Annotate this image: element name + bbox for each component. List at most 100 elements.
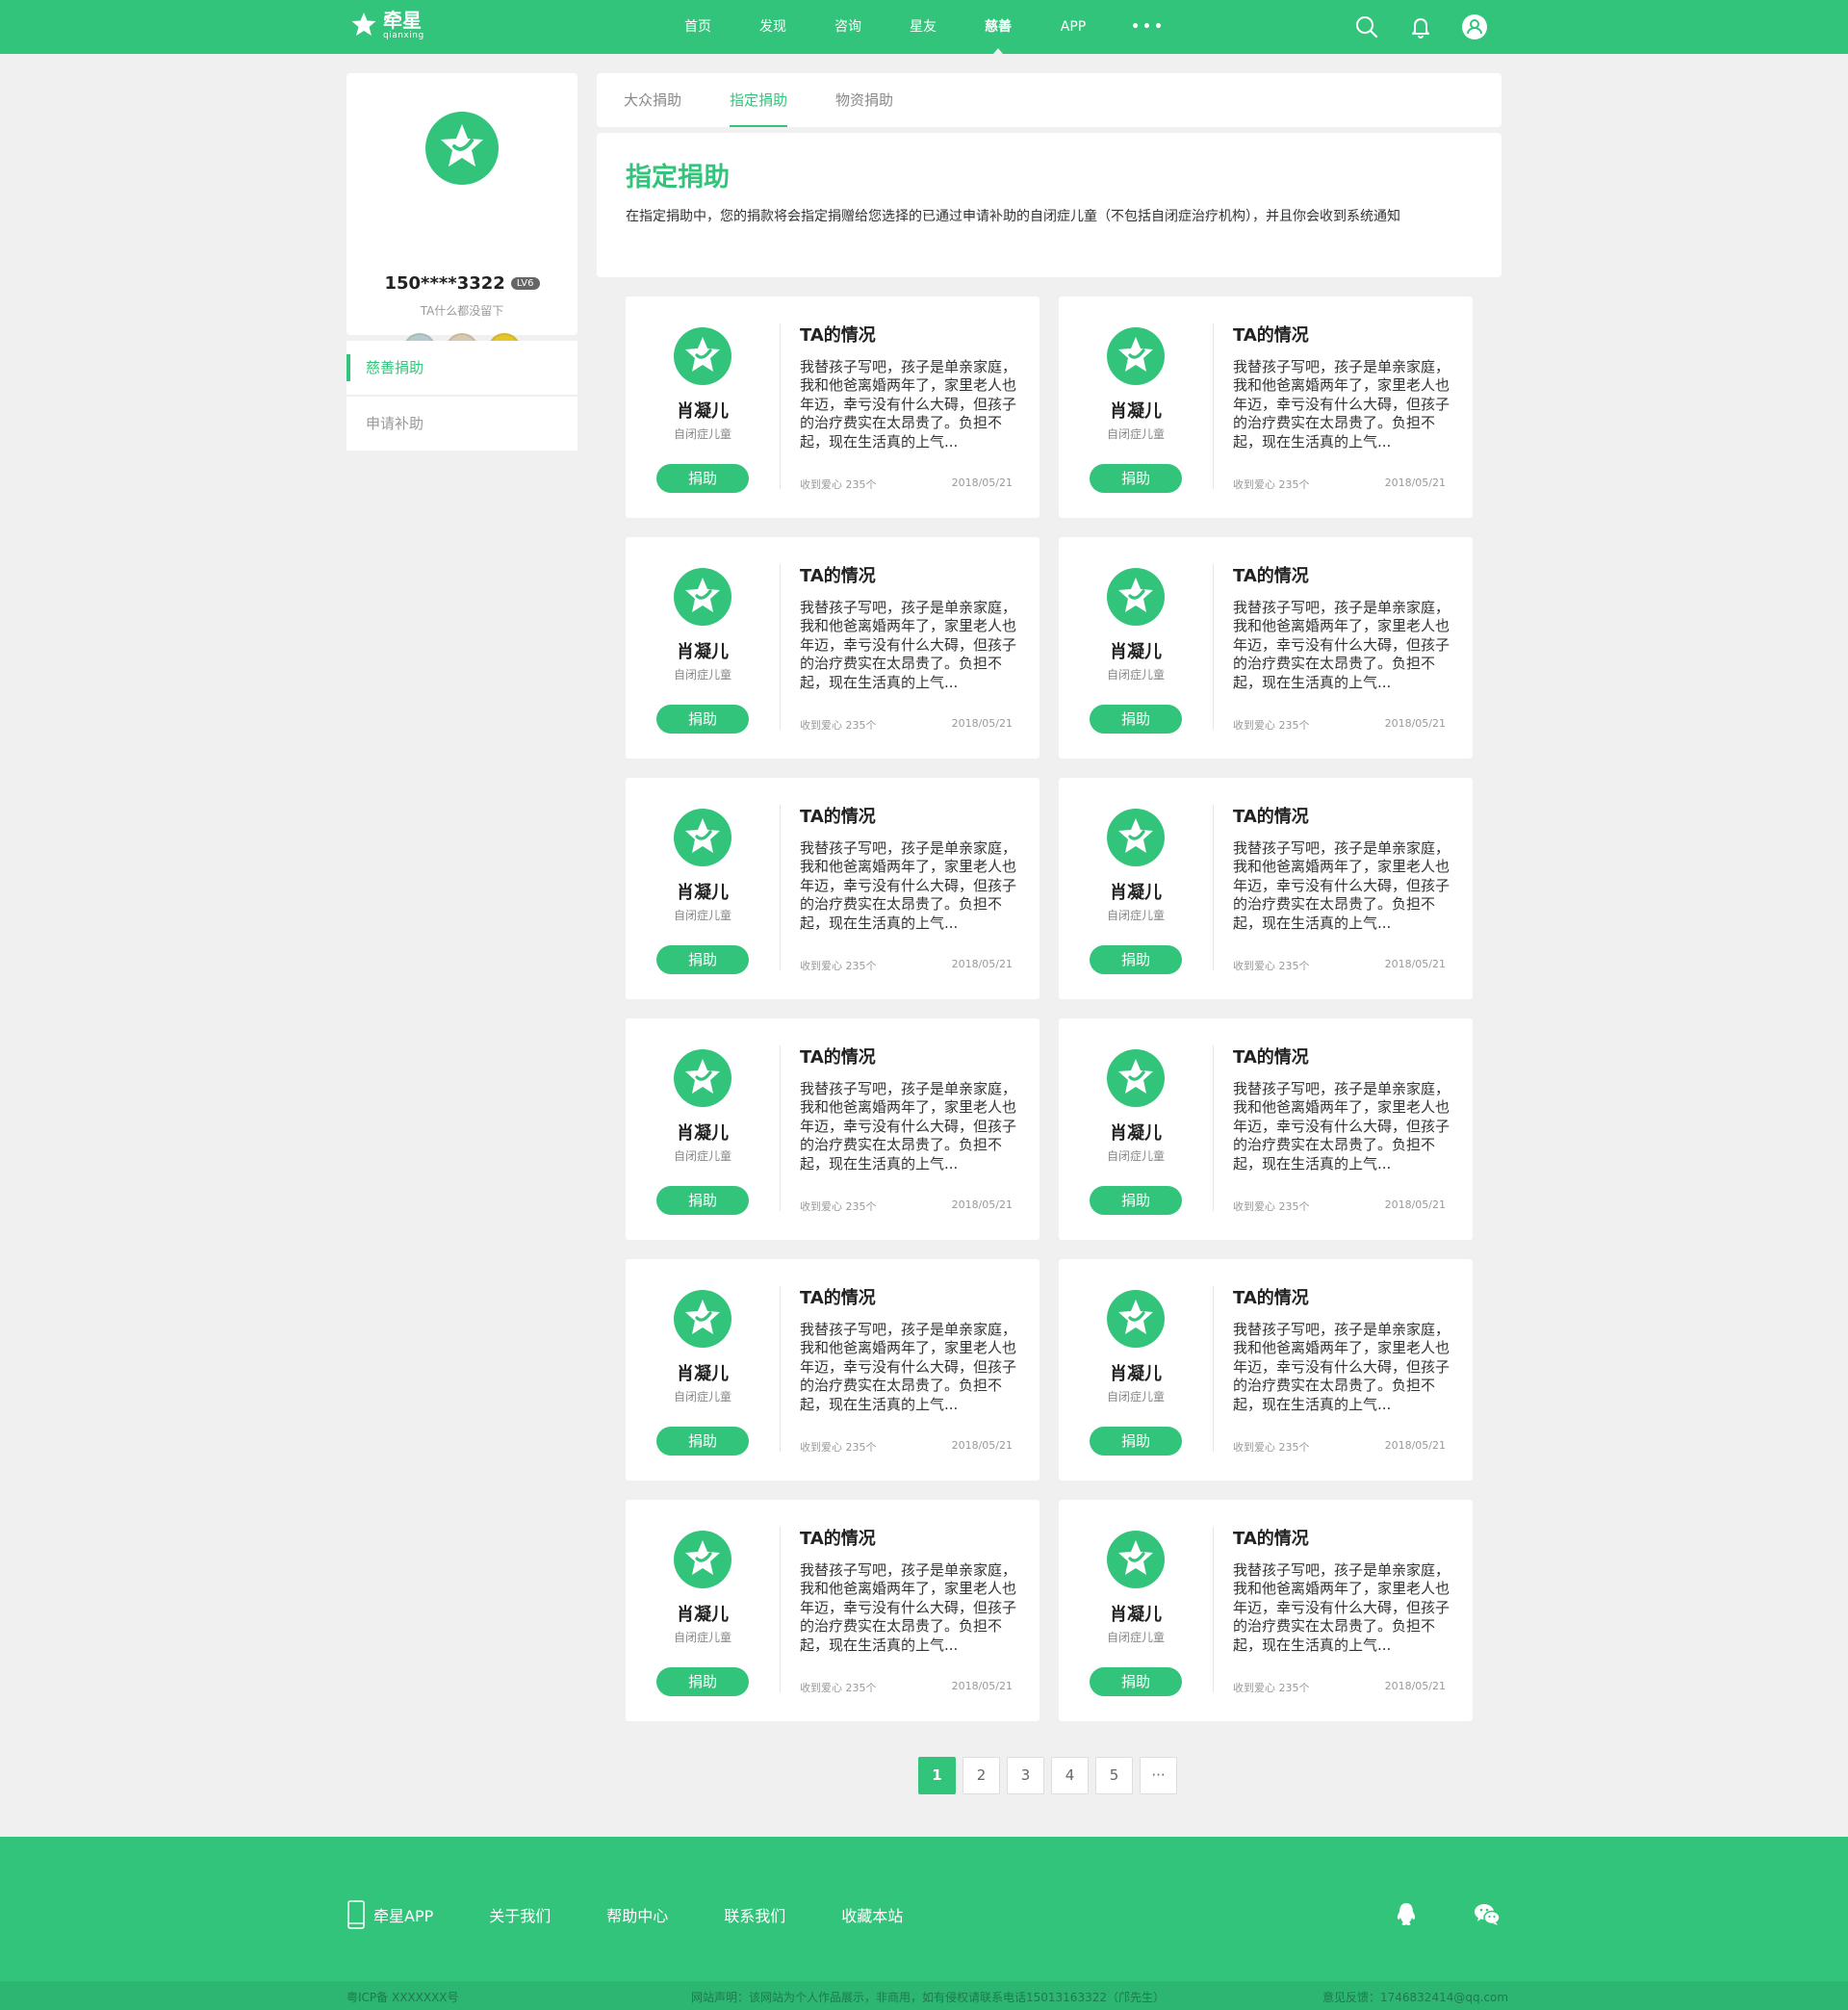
search-icon[interactable] [1353,13,1380,40]
site-statement: 网站声明：该网站为个人作品展示，非商用，如有侵权请联系电话15013163322… [691,1991,1165,2004]
love-count: 收到爱心 235个 [1233,960,1310,972]
footer-link-help[interactable]: 帮助中心 [606,1903,668,1926]
story-text: 我替孩子写吧，孩子是单亲家庭，我和他爸离婚两年了，家里老人也年迈，幸亏没有什么大… [1233,358,1450,451]
child-card: 肖凝儿 自闭症儿童 捐助 TA的情况 我替孩子写吧，孩子是单亲家庭，我和他爸离婚… [626,1259,1040,1481]
page-2-button[interactable]: 2 [962,1757,1000,1794]
story-text: 我替孩子写吧，孩子是单亲家庭，我和他爸离婚两年了，家里老人也年迈，幸亏没有什么大… [800,599,1017,691]
story-title: TA的情况 [1233,1288,1309,1308]
bell-icon[interactable] [1407,13,1434,40]
nav-home[interactable]: 首页 [660,0,735,54]
child-avatar[interactable] [674,568,732,626]
pagination: 1 2 3 4 5 ··· [918,1757,1177,1794]
nav-consult[interactable]: 咨询 [810,0,886,54]
username-row: 150****3322 LV6 [346,273,578,294]
wechat-icon[interactable] [1473,1900,1502,1929]
card-date: 2018/05/21 [951,1198,1013,1211]
footer-link-app-label: 牵星APP [373,1907,434,1925]
child-avatar[interactable] [674,1290,732,1348]
child-name: 肖凝儿 [1110,1123,1162,1144]
profile-avatar[interactable] [425,112,499,185]
child-avatar[interactable] [1107,1531,1165,1588]
child-name: 肖凝儿 [677,883,729,903]
child-avatar[interactable] [1107,1049,1165,1107]
card-date: 2018/05/21 [1384,477,1446,489]
card-date: 2018/05/21 [1384,1680,1446,1692]
footer-link-app[interactable]: 牵星APP [346,1900,433,1929]
card-divider [780,1527,781,1692]
page-4-button[interactable]: 4 [1051,1757,1089,1794]
donate-button[interactable]: 捐助 [1090,945,1182,974]
donate-button[interactable]: 捐助 [656,705,749,734]
child-name: 肖凝儿 [677,642,729,662]
tab-public-donation[interactable]: 大众捐助 [624,73,681,127]
donate-button[interactable]: 捐助 [656,1427,749,1456]
page-5-button[interactable]: 5 [1095,1757,1133,1794]
page-more-button[interactable]: ··· [1140,1757,1177,1794]
card-date: 2018/05/21 [1384,1198,1446,1211]
nav-more[interactable]: ••• [1111,0,1186,54]
donate-button[interactable]: 捐助 [1090,464,1182,493]
story-title: TA的情况 [1233,807,1309,827]
love-count: 收到爱心 235个 [1233,478,1310,491]
user-avatar-icon[interactable] [1461,13,1488,40]
qq-icon[interactable] [1392,1900,1421,1929]
footer-link-bookmark[interactable]: 收藏本站 [841,1903,903,1926]
side-item-charity-donation[interactable]: 慈善捐助 [346,341,578,395]
story-title: TA的情况 [800,1529,876,1549]
child-name: 肖凝儿 [1110,1364,1162,1384]
child-avatar[interactable] [1107,568,1165,626]
love-count: 收到爱心 235个 [800,478,877,491]
footer-link-contact[interactable]: 联系我们 [724,1903,785,1926]
nav-friends[interactable]: 星友 [886,0,961,54]
child-avatar[interactable] [674,1049,732,1107]
intro-panel: 指定捐助 在指定捐助中，您的捐款将会指定捐赠给您选择的已通过申请补助的自闭症儿童… [597,133,1502,277]
donate-button[interactable]: 捐助 [656,1667,749,1696]
tab-designated-donation[interactable]: 指定捐助 [730,73,788,127]
donate-button[interactable]: 捐助 [656,945,749,974]
footer-link-about[interactable]: 关于我们 [489,1903,551,1926]
child-desc: 自闭症儿童 [1106,909,1165,922]
story-text: 我替孩子写吧，孩子是单亲家庭，我和他爸离婚两年了，家里老人也年迈，幸亏没有什么大… [1233,1080,1450,1172]
card-date: 2018/05/21 [951,477,1013,489]
donate-button[interactable]: 捐助 [1090,1427,1182,1456]
card-date: 2018/05/21 [1384,717,1446,730]
love-count: 收到爱心 235个 [1233,1682,1310,1694]
child-desc: 自闭症儿童 [1106,427,1165,441]
story-text: 我替孩子写吧，孩子是单亲家庭，我和他爸离婚两年了，家里老人也年迈，幸亏没有什么大… [800,1561,1017,1654]
donate-button[interactable]: 捐助 [1090,705,1182,734]
logo-subtext: qianxing [383,30,424,40]
child-avatar[interactable] [674,809,732,866]
child-avatar[interactable] [1107,1290,1165,1348]
love-count: 收到爱心 235个 [1233,1200,1310,1213]
side-item-apply-subsidy[interactable]: 申请补助 [346,397,578,451]
icp-number: 粤ICP备 XXXXXXX号 [346,1991,459,2004]
love-count: 收到爱心 235个 [800,1441,877,1454]
page-3-button[interactable]: 3 [1007,1757,1044,1794]
donate-button[interactable]: 捐助 [656,464,749,493]
side-menu: 慈善捐助 申请补助 [346,341,578,452]
card-date: 2018/05/21 [951,1680,1013,1692]
child-card: 肖凝儿 自闭症儿童 捐助 TA的情况 我替孩子写吧，孩子是单亲家庭，我和他爸离婚… [1059,1259,1473,1481]
page-1-button[interactable]: 1 [918,1757,956,1794]
profile-card: 150****3322 LV6 TA什么都没留下 ? / ♡ [346,73,578,366]
child-name: 肖凝儿 [677,1364,729,1384]
child-card: 肖凝儿 自闭症儿童 捐助 TA的情况 我替孩子写吧，孩子是单亲家庭，我和他爸离婚… [626,1018,1040,1240]
child-avatar[interactable] [674,327,732,385]
child-avatar[interactable] [1107,327,1165,385]
nav-app[interactable]: APP [1036,0,1111,54]
donate-button[interactable]: 捐助 [656,1186,749,1215]
site-logo[interactable]: 牵星 qianxing [348,10,424,40]
feedback-email: 意见反馈：1746832414@qq.com [1322,1991,1509,2004]
nav-discover[interactable]: 发现 [735,0,810,54]
card-divider [780,564,781,730]
tab-goods-donation[interactable]: 物资捐助 [835,73,893,127]
card-divider [1213,323,1214,489]
child-avatar[interactable] [1107,809,1165,866]
card-divider [1213,1527,1214,1692]
donate-button[interactable]: 捐助 [1090,1667,1182,1696]
story-title: TA的情况 [800,1288,876,1308]
nav-charity[interactable]: 慈善 [961,0,1036,54]
child-name: 肖凝儿 [1110,883,1162,903]
donate-button[interactable]: 捐助 [1090,1186,1182,1215]
child-avatar[interactable] [674,1531,732,1588]
